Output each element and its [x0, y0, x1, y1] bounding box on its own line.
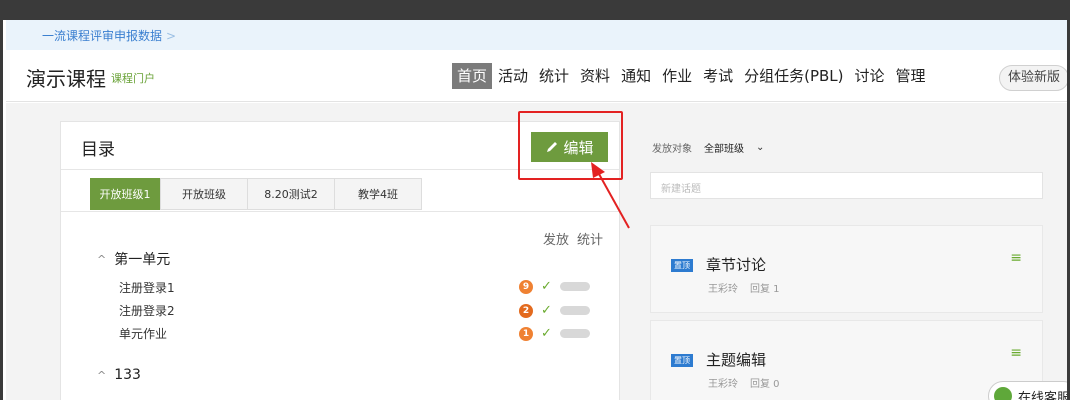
- release-column-header: 发放: [543, 233, 570, 248]
- unit-name: 第一单元: [114, 252, 171, 268]
- post-meta: 王彩玲 回复 1: [708, 280, 780, 295]
- nav-item-homework[interactable]: 作业: [657, 63, 697, 89]
- post-title[interactable]: 章节讨论: [706, 254, 766, 275]
- course-portal-link[interactable]: 课程门户: [111, 70, 155, 86]
- breadcrumb-link[interactable]: 一流课程评审申报数据: [42, 27, 162, 44]
- chapter-status: 9 ✓: [519, 279, 590, 294]
- pointer-arrow-icon: [591, 162, 630, 229]
- discussion-column: 发放对象 全部班级 ⌄ 新建话题 置顶 章节讨论 王彩玲 回复 1 ≡ 置顶 主…: [635, 103, 1060, 400]
- nav-item-exam[interactable]: 考试: [698, 63, 738, 89]
- breadcrumb: 一流课程评审申报数据 >: [42, 27, 176, 44]
- tab-teaching-class-4[interactable]: 教学4班: [334, 178, 422, 210]
- discussion-post[interactable]: 置顶 章节讨论 王彩玲 回复 1 ≡: [650, 225, 1043, 313]
- caret-up-icon[interactable]: ^: [97, 369, 106, 382]
- nav-item-materials[interactable]: 资料: [575, 63, 615, 89]
- audience-label: 发放对象: [652, 144, 692, 155]
- try-new-version-button[interactable]: 体验新版: [999, 65, 1067, 91]
- chapter-item[interactable]: 注册登录2: [119, 302, 175, 319]
- discussion-post[interactable]: 置顶 主题编辑 王彩玲 回复 0 ≡: [650, 320, 1043, 400]
- class-tabs: 开放班级1 开放班级 8.20测试2 教学4班: [90, 178, 422, 210]
- tab-open-class[interactable]: 开放班级: [160, 178, 248, 210]
- audience-selector[interactable]: 发放对象 全部班级 ⌄: [652, 140, 764, 155]
- post-author: 王彩玲: [708, 284, 738, 295]
- unit-name: 133: [114, 367, 141, 383]
- nav-item-home[interactable]: 首页: [452, 63, 493, 89]
- pinned-badge: 置顶: [671, 354, 693, 367]
- online-support-button[interactable]: 在线客服: [988, 381, 1070, 400]
- chat-icon: [994, 387, 1012, 400]
- breadcrumb-bar: 一流课程评审申报数据 >: [6, 20, 1067, 50]
- stats-toggle[interactable]: [559, 306, 590, 315]
- unit-header[interactable]: ^ 第一单元: [97, 249, 170, 269]
- menu-icon[interactable]: ≡: [1010, 345, 1022, 361]
- count-badge[interactable]: 9: [519, 279, 533, 294]
- count-badge[interactable]: 1: [519, 326, 533, 341]
- nav-item-activity[interactable]: 活动: [493, 63, 533, 89]
- post-author: 王彩玲: [708, 379, 738, 390]
- audience-value[interactable]: 全部班级: [704, 140, 744, 155]
- pinned-badge: 置顶: [671, 259, 693, 272]
- tab-test-class[interactable]: 8.20测试2: [247, 178, 335, 210]
- stats-column-header: 统计: [577, 233, 604, 248]
- app-window: 一流课程评审申报数据 > 演示课程 课程门户 首页 活动 统计 资料 通知 作业…: [0, 0, 1070, 400]
- main-nav: 首页 活动 统计 资料 通知 作业 考试 分组任务(PBL) 讨论 管理: [452, 63, 932, 89]
- nav-item-manage[interactable]: 管理: [891, 63, 931, 89]
- nav-item-stats[interactable]: 统计: [534, 63, 574, 89]
- new-topic-input[interactable]: 新建话题: [650, 172, 1043, 199]
- post-meta: 王彩玲 回复 0: [708, 375, 780, 390]
- online-support-label: 在线客服: [1018, 390, 1070, 400]
- post-replies: 回复 1: [750, 284, 780, 295]
- column-headers: 发放 统计: [543, 229, 603, 248]
- window-topbar: [3, 0, 1067, 20]
- tab-class-1[interactable]: 开放班级1: [90, 178, 160, 210]
- chapter-item[interactable]: 单元作业: [119, 325, 167, 342]
- chapter-status: 1 ✓: [519, 326, 590, 341]
- nav-item-notices[interactable]: 通知: [616, 63, 656, 89]
- catalog-title: 目录: [81, 140, 115, 160]
- stats-toggle[interactable]: [559, 282, 590, 291]
- nav-item-pbl[interactable]: 分组任务(PBL): [739, 63, 848, 89]
- unit-header[interactable]: ^ 133: [97, 367, 141, 383]
- caret-up-icon[interactable]: ^: [97, 253, 106, 266]
- chevron-down-icon[interactable]: ⌄: [756, 142, 764, 153]
- chevron-right-icon: >: [166, 28, 177, 43]
- course-title: 演示课程: [26, 67, 106, 91]
- chapter-status: 2 ✓: [519, 303, 590, 318]
- post-title[interactable]: 主题编辑: [706, 349, 766, 370]
- menu-icon[interactable]: ≡: [1010, 250, 1022, 266]
- course-header: 演示课程 课程门户 首页 活动 统计 资料 通知 作业 考试 分组任务(PBL)…: [6, 50, 1067, 102]
- check-icon: ✓: [541, 303, 552, 318]
- count-badge[interactable]: 2: [519, 303, 533, 318]
- check-icon: ✓: [541, 326, 552, 341]
- stats-toggle[interactable]: [559, 329, 590, 338]
- chapter-item[interactable]: 注册登录1: [119, 279, 175, 296]
- post-replies: 回复 0: [750, 379, 780, 390]
- check-icon: ✓: [541, 279, 552, 294]
- nav-item-discussion[interactable]: 讨论: [850, 63, 890, 89]
- divider: [61, 211, 619, 212]
